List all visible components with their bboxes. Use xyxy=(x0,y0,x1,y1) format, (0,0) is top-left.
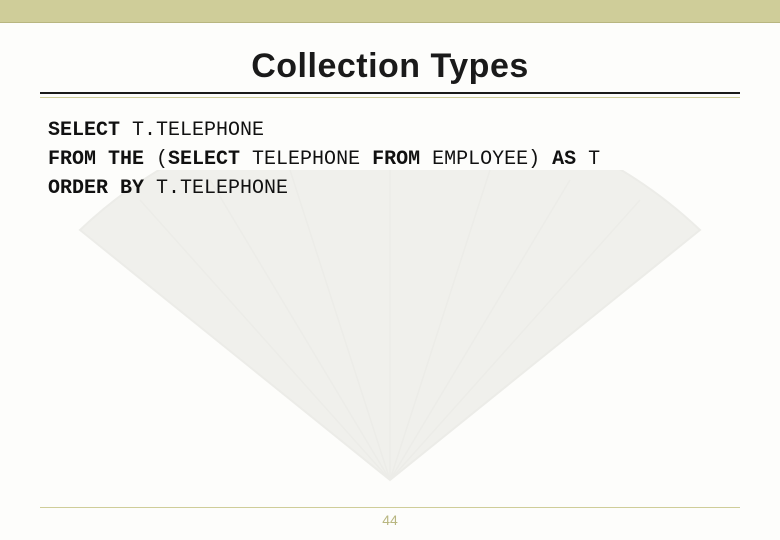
slide-top-bar xyxy=(0,0,780,23)
page-number: 44 xyxy=(0,512,780,528)
kw-order-by: ORDER BY xyxy=(48,177,144,200)
code-text: EMPLOYEE) xyxy=(420,148,552,171)
code-text: TELEPHONE xyxy=(240,148,372,171)
code-text: ( xyxy=(144,148,168,171)
kw-from: FROM xyxy=(372,148,420,171)
code-text: T.TELEPHONE xyxy=(120,119,264,142)
code-text: T.TELEPHONE xyxy=(144,177,288,200)
kw-as: AS xyxy=(552,148,576,171)
code-block: SELECT T.TELEPHONE FROM THE (SELECT TELE… xyxy=(48,116,732,203)
slide: Collection Types SELECT T.TELEPHONE F xyxy=(0,0,780,540)
kw-select-inner: SELECT xyxy=(168,148,240,171)
kw-select: SELECT xyxy=(48,119,120,142)
code-text: T xyxy=(576,148,600,171)
slide-title: Collection Types xyxy=(40,47,740,86)
footer-divider xyxy=(40,507,740,508)
kw-from-the: FROM THE xyxy=(48,148,144,171)
fan-background-icon xyxy=(60,170,720,500)
title-underline xyxy=(40,92,740,98)
